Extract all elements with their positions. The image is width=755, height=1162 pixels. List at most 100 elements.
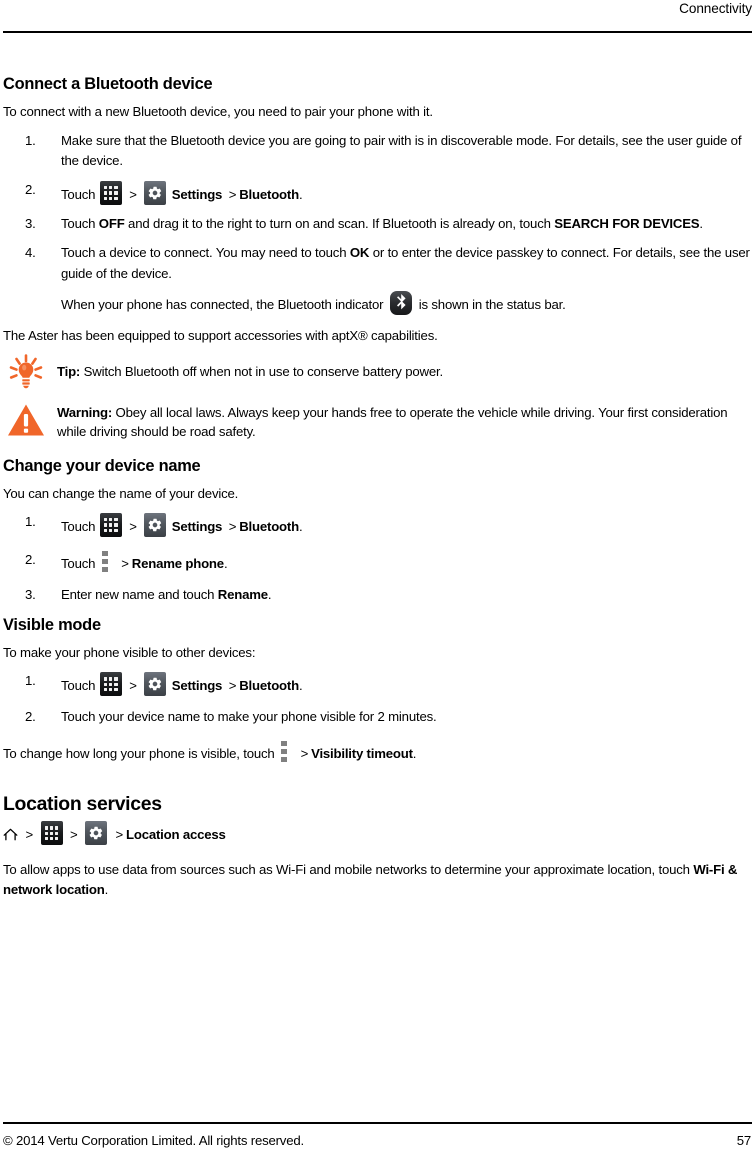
timeout-period: . xyxy=(412,746,417,762)
menu-label-settings[interactable]: Settings xyxy=(172,187,223,202)
step-number: 2. xyxy=(25,709,36,725)
step-text-mid: and drag it to the right to turn on and … xyxy=(124,215,555,231)
gear-icon[interactable] xyxy=(85,821,107,846)
toggle-label-off[interactable]: OFF xyxy=(99,216,125,231)
app-drawer-icon[interactable] xyxy=(99,180,122,205)
list-item: 1. Touch > Settings > Bluetooth. xyxy=(3,512,752,537)
menu-label-settings[interactable]: Settings xyxy=(172,519,223,534)
step-text-touch: Touch xyxy=(61,678,96,694)
paragraph-connect-intro: To connect with a new Bluetooth device, … xyxy=(3,103,433,119)
header-chapter-title: Connectivity xyxy=(679,1,752,16)
location-body-period: . xyxy=(104,881,109,897)
tip-text: Tip: Switch Bluetooth off when not in us… xyxy=(57,358,752,382)
steps-change-device-name: 1. Touch > Settings > Bluetooth. 2. Touch… xyxy=(3,512,752,605)
footer-page-number: 57 xyxy=(736,1133,751,1148)
page-content: Connect a Bluetooth device To connect wi… xyxy=(3,75,752,910)
separator-chevron: > xyxy=(129,678,137,694)
list-item: 3. Touch OFF and drag it to the right to … xyxy=(3,214,752,234)
list-item: 1. Touch > Settings > Bluetooth. xyxy=(3,672,752,697)
document-page: Connectivity Connect a Bluetooth device … xyxy=(0,0,755,1162)
step-text-touch: Touch xyxy=(61,518,96,534)
button-label-rename[interactable]: Rename xyxy=(218,587,268,602)
heading-visible-mode: Visible mode xyxy=(3,616,101,635)
button-label-ok[interactable]: OK xyxy=(350,245,370,260)
step-text-touch: Touch xyxy=(61,186,96,202)
separator-chevron: > xyxy=(228,186,237,202)
location-body-lead: To allow apps to use data from sources s… xyxy=(3,862,694,878)
heading-connect-bluetooth-device: Connect a Bluetooth device xyxy=(3,75,213,93)
menu-label-bluetooth[interactable]: Bluetooth xyxy=(239,187,299,202)
list-item: 2. Touch > Rename phone. xyxy=(3,550,752,574)
indicator-note-before: When your phone has connected, the Bluet… xyxy=(61,297,384,313)
step-period: . xyxy=(223,555,228,571)
menu-label-visibility-timeout[interactable]: Visibility timeout xyxy=(311,746,413,761)
step-text-lead: Enter new name and touch xyxy=(61,586,218,602)
app-drawer-icon[interactable] xyxy=(99,512,122,537)
step-text-lead: Touch xyxy=(61,215,99,231)
step-number: 1. xyxy=(25,133,36,149)
gear-icon[interactable] xyxy=(144,512,167,537)
step-number: 3. xyxy=(25,586,36,602)
bluetooth-indicator-note: When your phone has connected, the Bluet… xyxy=(3,291,752,316)
list-item: 1. Make sure that the Bluetooth device y… xyxy=(3,131,752,172)
bluetooth-icon xyxy=(390,291,413,316)
warning-label: Warning: xyxy=(57,405,113,421)
step-period: . xyxy=(298,186,303,202)
warning-body: Obey all local laws. Always keep your ha… xyxy=(57,405,728,440)
paragraph-visibility-timeout: To change how long your phone is visible… xyxy=(3,741,752,767)
separator-chevron: > xyxy=(121,555,129,571)
list-item: 3. Enter new name and touch Rename. xyxy=(3,586,752,605)
breadcrumb: > > > Location access xyxy=(3,821,752,848)
app-drawer-icon[interactable] xyxy=(99,672,122,697)
button-label-search-for-devices[interactable]: SEARCH FOR DEVICES xyxy=(554,216,699,231)
heading-location-services: Location services xyxy=(3,793,162,816)
gear-icon[interactable] xyxy=(144,180,167,205)
footer-divider xyxy=(3,1122,752,1124)
overflow-menu-icon[interactable] xyxy=(281,741,289,763)
page-header: Connectivity xyxy=(0,0,755,34)
lightbulb-icon xyxy=(7,354,45,390)
overflow-menu-icon[interactable] xyxy=(101,550,110,573)
heading-change-device-name: Change your device name xyxy=(3,456,201,475)
step-number: 1. xyxy=(25,513,36,529)
step-text: Touch your device name to make your phon… xyxy=(61,709,437,725)
menu-label-bluetooth[interactable]: Bluetooth xyxy=(239,519,299,534)
list-item: 4. Touch a device to connect. You may nee… xyxy=(3,243,752,284)
timeout-lead: To change how long your phone is visible… xyxy=(3,746,275,762)
step-text-lead: Touch a device to connect. You may need … xyxy=(61,245,350,261)
gear-icon[interactable] xyxy=(144,672,167,697)
step-period: . xyxy=(267,586,272,602)
step-period: . xyxy=(699,215,703,231)
separator-chevron: > xyxy=(228,518,237,534)
tip-note: Tip: Switch Bluetooth off when not in us… xyxy=(3,354,752,392)
menu-label-bluetooth[interactable]: Bluetooth xyxy=(239,678,299,693)
menu-label-settings[interactable]: Settings xyxy=(172,678,223,693)
paragraph-location-body: To allow apps to use data from sources s… xyxy=(3,860,752,898)
steps-visible-mode: 1. Touch > Settings > Bluetooth. 2. Touch… xyxy=(3,672,752,727)
home-icon[interactable] xyxy=(3,824,18,841)
paragraph-visible-mode-intro: To make your phone visible to other devi… xyxy=(3,645,256,661)
page-footer: © 2014 Vertu Corporation Limited. All ri… xyxy=(3,1133,752,1155)
separator-chevron: > xyxy=(228,678,237,694)
step-number: 2. xyxy=(25,551,36,567)
indicator-note-after: is shown in the status bar. xyxy=(418,297,566,313)
footer-copyright: © 2014 Vertu Corporation Limited. All ri… xyxy=(3,1133,304,1148)
separator-chevron: > xyxy=(129,186,137,202)
menu-label-location-access[interactable]: Location access xyxy=(126,827,226,842)
step-text: Make sure that the Bluetooth device you … xyxy=(61,133,742,169)
step-period: . xyxy=(298,678,303,694)
warning-text: Warning: Obey all local laws. Always kee… xyxy=(57,402,752,441)
separator-chevron: > xyxy=(25,827,34,843)
header-divider xyxy=(3,31,752,33)
menu-label-rename-phone[interactable]: Rename phone xyxy=(132,556,224,571)
paragraph-change-name-intro: You can change the name of your device. xyxy=(3,485,239,501)
step-number: 1. xyxy=(25,673,36,689)
step-number: 3. xyxy=(25,215,36,231)
tip-label: Tip: xyxy=(57,364,81,380)
list-item: 2. Touch > Settings > Bluetooth. xyxy=(3,180,752,205)
separator-chevron: > xyxy=(69,827,78,843)
app-drawer-icon[interactable] xyxy=(40,821,63,846)
warning-triangle-icon xyxy=(7,402,45,438)
step-number: 2. xyxy=(25,181,36,197)
separator-chevron: > xyxy=(129,518,137,534)
